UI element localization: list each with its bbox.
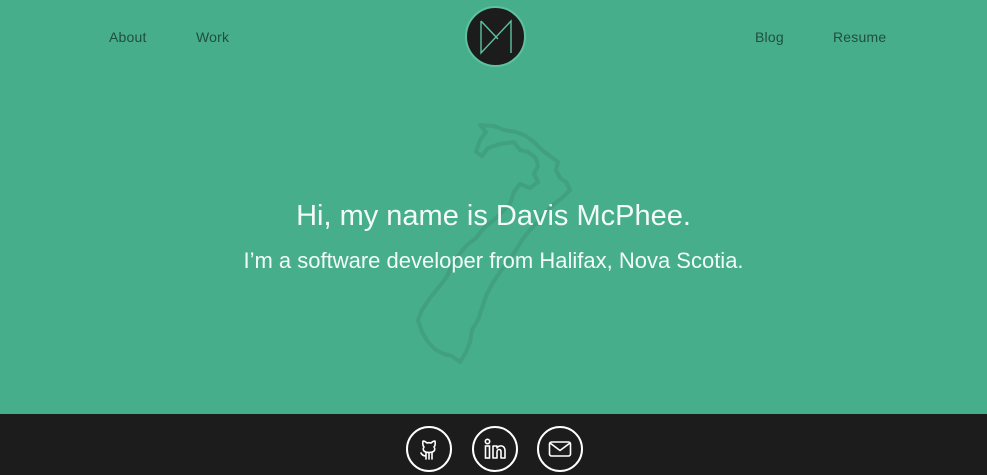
hero-title: Hi, my name is Davis McPhee.: [296, 200, 691, 232]
nav-blog-link[interactable]: Blog: [755, 29, 784, 45]
linkedin-icon: [484, 438, 506, 459]
hero-subtitle: I’m a software developer from Halifax, N…: [243, 248, 744, 273]
nova-scotia-map-outline: [416, 123, 572, 364]
github-link[interactable]: [406, 426, 452, 472]
email-link[interactable]: [537, 426, 583, 472]
email-icon: [548, 441, 572, 457]
footer: [0, 414, 987, 475]
logo-link[interactable]: [465, 6, 526, 67]
dm-monogram-logo-icon: [479, 18, 512, 55]
nav-about-link[interactable]: About: [109, 29, 147, 45]
linkedin-link[interactable]: [472, 426, 518, 472]
nav-work-link[interactable]: Work: [196, 29, 229, 45]
github-icon: [420, 440, 437, 460]
nav-resume-link[interactable]: Resume: [833, 29, 886, 45]
